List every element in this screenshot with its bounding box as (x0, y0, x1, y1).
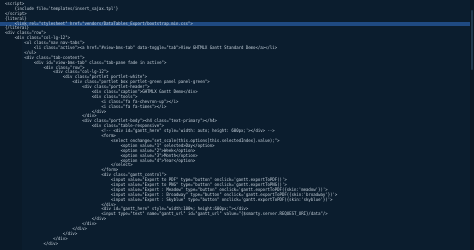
code-area[interactable]: <script> {include file='templates/insert… (0, 1, 474, 247)
vertical-scrollbar[interactable] (470, 0, 474, 250)
code-editor[interactable]: <script> {include file='templates/insert… (0, 0, 474, 250)
code-line[interactable]: </div> (0, 240, 474, 247)
line-text: </div> (5, 240, 58, 246)
scrollbar-thumb[interactable] (471, 10, 473, 70)
